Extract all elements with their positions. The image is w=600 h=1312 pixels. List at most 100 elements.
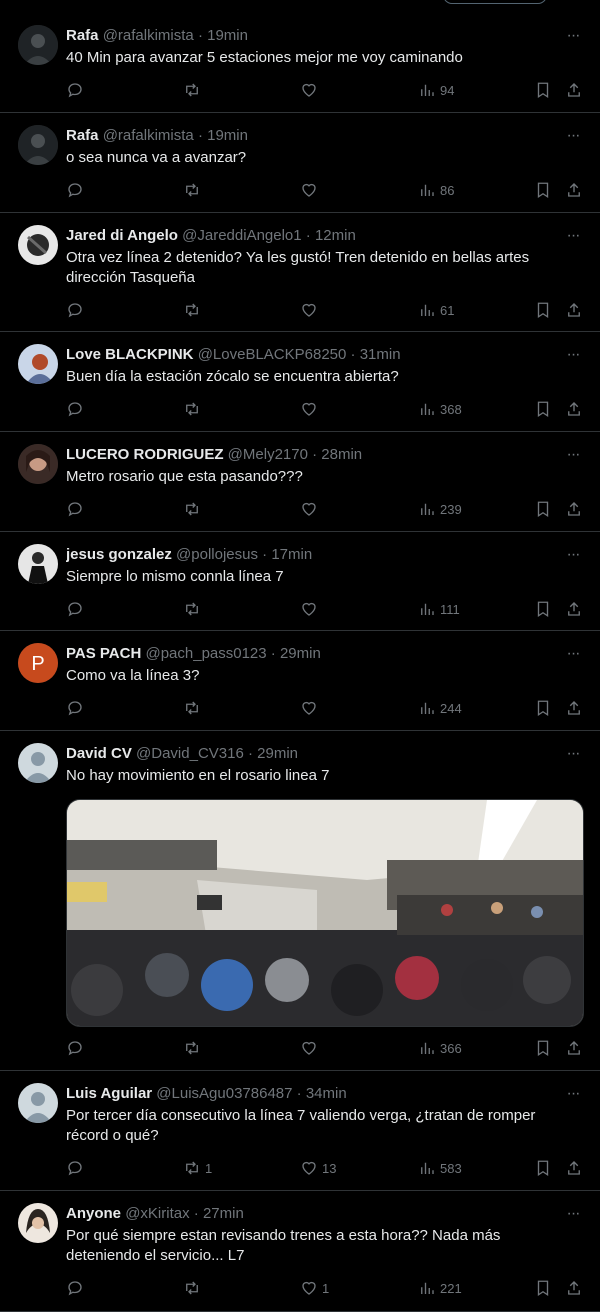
share-button[interactable] — [565, 80, 583, 100]
share-button[interactable] — [565, 1158, 583, 1178]
avatar[interactable] — [18, 544, 58, 584]
timestamp[interactable]: 29min — [280, 645, 321, 662]
retweet-button[interactable] — [183, 180, 205, 200]
avatar[interactable] — [18, 344, 58, 384]
bookmark-button[interactable] — [534, 1158, 552, 1178]
author-handle[interactable]: @xKiritax — [125, 1205, 189, 1222]
retweet-button[interactable] — [183, 399, 205, 419]
share-button[interactable] — [565, 499, 583, 519]
views-button[interactable]: 221 — [418, 1278, 462, 1298]
more-icon[interactable]: ··· — [564, 26, 582, 46]
author-name[interactable]: Rafa — [66, 27, 99, 44]
avatar[interactable] — [18, 743, 58, 783]
like-button[interactable] — [300, 599, 322, 619]
retweet-button[interactable] — [183, 698, 205, 718]
share-button[interactable] — [565, 180, 583, 200]
timestamp[interactable]: 31min — [360, 346, 401, 363]
tweet[interactable]: Love BLACKPINK @LoveBLACKP68250 · 31min … — [0, 332, 600, 432]
bookmark-button[interactable] — [534, 1278, 552, 1298]
timestamp[interactable]: 19min — [207, 27, 248, 44]
bookmark-button[interactable] — [534, 180, 552, 200]
share-button[interactable] — [565, 1038, 583, 1058]
author-handle[interactable]: @pach_pass0123 — [145, 645, 266, 662]
avatar[interactable] — [18, 25, 58, 65]
avatar[interactable] — [18, 1203, 58, 1243]
author-handle[interactable]: @JareddiAngelo1 — [182, 227, 301, 244]
tweet[interactable]: Luis Aguilar @LuisAgu03786487 · 34min ··… — [0, 1071, 600, 1191]
timestamp[interactable]: 28min — [321, 446, 362, 463]
tweet-photo[interactable] — [66, 799, 584, 1027]
reply-button[interactable] — [66, 1278, 88, 1298]
like-button[interactable]: 13 — [300, 1158, 336, 1178]
more-icon[interactable]: ··· — [564, 1084, 582, 1104]
author-name[interactable]: Anyone — [66, 1205, 121, 1222]
author-handle[interactable]: @Mely2170 — [228, 446, 308, 463]
avatar[interactable] — [18, 125, 58, 165]
tweet[interactable]: P PAS PACH @pach_pass0123 · 29min ··· Co… — [0, 631, 600, 731]
tweet[interactable]: David CV @David_CV316 · 29min ··· No hay… — [0, 731, 600, 1071]
bookmark-button[interactable] — [534, 1038, 552, 1058]
reply-button[interactable] — [66, 180, 88, 200]
tweet[interactable]: Rafa @rafalkimista · 19min ··· o sea nun… — [0, 113, 600, 213]
like-button[interactable] — [300, 698, 322, 718]
author-handle[interactable]: @LuisAgu03786487 — [156, 1085, 292, 1102]
like-button[interactable] — [300, 499, 322, 519]
timestamp[interactable]: 34min — [306, 1085, 347, 1102]
reply-button[interactable] — [66, 698, 88, 718]
views-button[interactable]: 366 — [418, 1038, 462, 1058]
tweet[interactable]: Jared di Angelo @JareddiAngelo1 · 12min … — [0, 213, 600, 332]
author-handle[interactable]: @pollojesus — [176, 546, 258, 563]
views-button[interactable]: 94 — [418, 80, 454, 100]
bookmark-button[interactable] — [534, 399, 552, 419]
bookmark-button[interactable] — [534, 300, 552, 320]
author-handle[interactable]: @LoveBLACKP68250 — [198, 346, 347, 363]
avatar[interactable] — [18, 444, 58, 484]
more-icon[interactable]: ··· — [564, 644, 582, 664]
like-button[interactable] — [300, 300, 322, 320]
tweet[interactable]: Rafa @rafalkimista · 19min ··· 40 Min pa… — [0, 0, 600, 113]
avatar[interactable] — [18, 225, 58, 265]
retweet-button[interactable] — [183, 1038, 205, 1058]
author-handle[interactable]: @rafalkimista — [103, 27, 194, 44]
bookmark-button[interactable] — [534, 80, 552, 100]
views-button[interactable]: 61 — [418, 300, 454, 320]
more-icon[interactable]: ··· — [564, 226, 582, 246]
views-button[interactable]: 239 — [418, 499, 462, 519]
bookmark-button[interactable] — [534, 599, 552, 619]
reply-button[interactable] — [66, 1158, 88, 1178]
retweet-button[interactable]: 1 — [183, 1158, 212, 1178]
bookmark-button[interactable] — [534, 499, 552, 519]
share-button[interactable] — [565, 399, 583, 419]
more-icon[interactable]: ··· — [564, 545, 582, 565]
author-name[interactable]: Rafa — [66, 127, 99, 144]
reply-button[interactable] — [66, 1038, 88, 1058]
avatar[interactable]: P — [18, 643, 58, 683]
tweet[interactable]: LUCERO RODRIGUEZ @Mely2170 · 28min ··· M… — [0, 432, 600, 532]
share-button[interactable] — [565, 1278, 583, 1298]
author-name[interactable]: Luis Aguilar — [66, 1085, 152, 1102]
share-button[interactable] — [565, 599, 583, 619]
share-button[interactable] — [565, 698, 583, 718]
views-button[interactable]: 111 — [418, 599, 460, 619]
bookmark-button[interactable] — [534, 698, 552, 718]
more-icon[interactable]: ··· — [564, 445, 582, 465]
reply-button[interactable] — [66, 599, 88, 619]
views-button[interactable]: 583 — [418, 1158, 462, 1178]
author-handle[interactable]: @rafalkimista — [103, 127, 194, 144]
views-button[interactable]: 368 — [418, 399, 462, 419]
more-icon[interactable]: ··· — [564, 126, 582, 146]
author-name[interactable]: PAS PACH — [66, 645, 141, 662]
more-icon[interactable]: ··· — [564, 744, 582, 764]
like-button[interactable] — [300, 399, 322, 419]
retweet-button[interactable] — [183, 499, 205, 519]
tweet[interactable]: Anyone @xKiritax · 27min ··· Por qué sie… — [0, 1191, 600, 1312]
views-button[interactable]: 244 — [418, 698, 462, 718]
like-button[interactable] — [300, 180, 322, 200]
views-button[interactable]: 86 — [418, 180, 454, 200]
reply-button[interactable] — [66, 499, 88, 519]
share-button[interactable] — [565, 300, 583, 320]
like-button[interactable] — [300, 1038, 322, 1058]
author-name[interactable]: Jared di Angelo — [66, 227, 178, 244]
timestamp[interactable]: 19min — [207, 127, 248, 144]
timestamp[interactable]: 17min — [271, 546, 312, 563]
